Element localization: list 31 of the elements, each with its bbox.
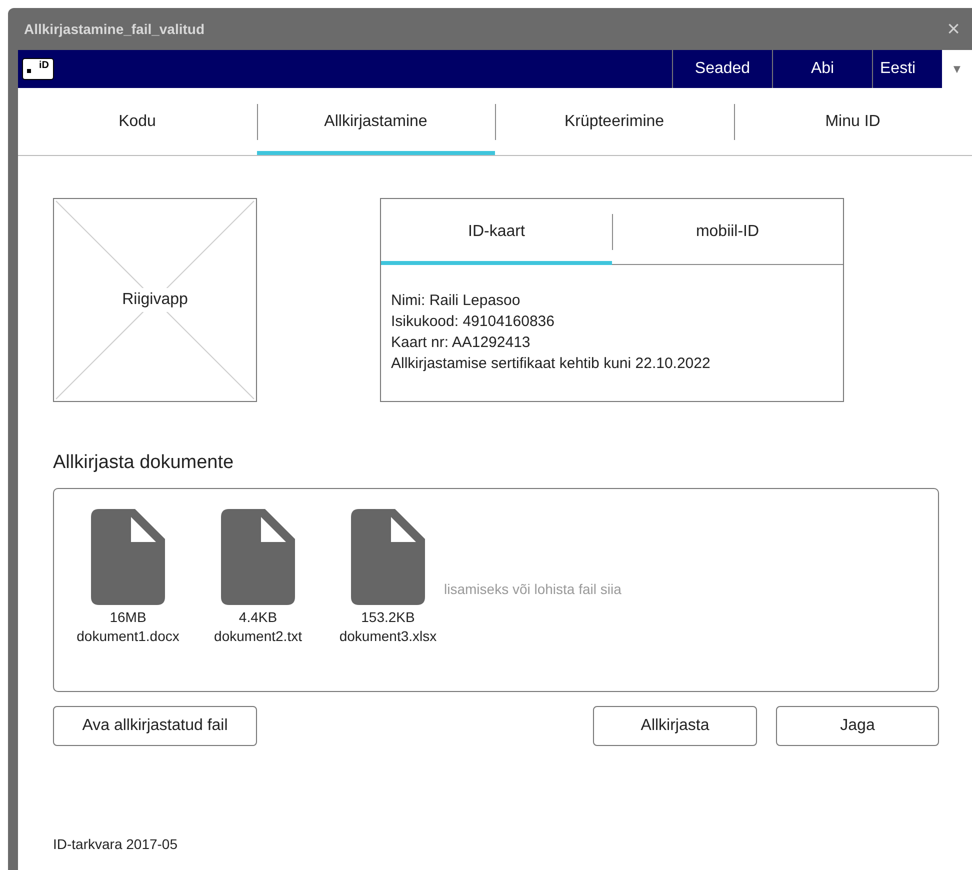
nav-tab[interactable]: Minu ID [734, 88, 972, 155]
info-line: Isikukood: 49104160836 [391, 312, 554, 332]
footer-version: ID-tarkvara 2017-05 [53, 834, 178, 854]
file-name: dokument2.txt [214, 626, 302, 646]
card-tab[interactable]: mobiil-ID [612, 199, 843, 264]
open-signed-file-button[interactable]: Ava allkirjastatud fail [53, 706, 257, 746]
file-icon[interactable] [221, 508, 295, 604]
file-icon[interactable] [91, 508, 165, 604]
nav-tab[interactable]: Krüpteerimine [495, 88, 734, 155]
info-line: Kaart nr: AA1292413 [391, 333, 530, 353]
window-title: Allkirjastamine_fail_valitud [24, 20, 205, 39]
file-size: 153.2KB [361, 608, 415, 626]
file-icon[interactable] [351, 508, 425, 604]
sign-button[interactable]: Allkirjasta [593, 706, 757, 746]
share-button[interactable]: Jaga [776, 706, 939, 746]
info-line: Nimi: Raili Lepasoo [391, 291, 520, 311]
menu-item[interactable]: Abi [772, 50, 872, 88]
info-line: Allkirjastamise sertifikaat kehtib kuni 22.10.2022 [391, 354, 710, 374]
drop-zone[interactable]: 16MB dokument1.docx 4.4KB dokument2.txt 153.2KB dokument3.xlsx lisamiseks või lohista fail siia [53, 488, 939, 692]
file-size: 16MB [110, 608, 146, 626]
file-name: dokument3.xlsx [339, 626, 437, 646]
logo: iD [22, 58, 54, 80]
drop-hint: lisamiseks või lohista fail siia [444, 580, 622, 598]
nav-tab[interactable]: Allkirjastamine [256, 88, 495, 155]
card-tab[interactable]: ID-kaart [381, 199, 612, 265]
section-title: Allkirjasta dokumente [53, 451, 234, 475]
file-name: dokument1.docx [76, 626, 180, 646]
menu-item[interactable]: Seaded [672, 50, 772, 88]
dropdown-button[interactable]: ▼ [942, 50, 972, 88]
file-size: 4.4KB [238, 608, 278, 626]
nav-tab[interactable]: Kodu [18, 88, 256, 155]
